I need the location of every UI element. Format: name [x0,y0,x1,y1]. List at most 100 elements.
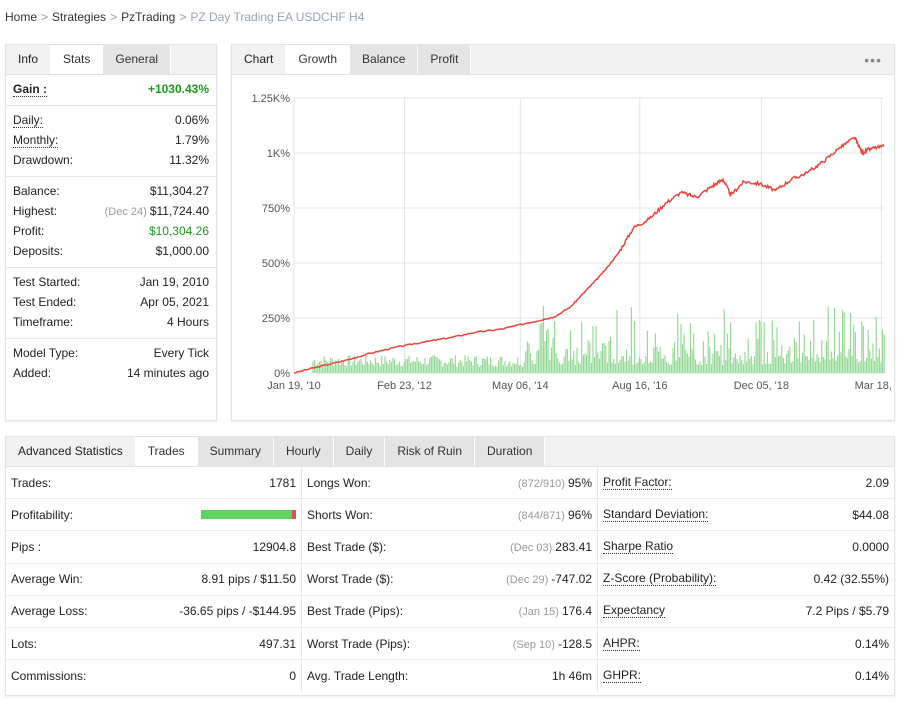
daily-label[interactable]: Daily: [13,113,44,128]
volume-bar [342,361,344,373]
stat-value: 1h 46m [551,669,592,684]
volume-bar [830,351,832,373]
volume-bar [763,322,765,373]
tab-chart[interactable]: Chart [232,45,287,74]
volume-bar [701,364,703,373]
volume-bar [882,329,884,373]
tab-advanced-statistics[interactable]: Advanced Statistics [6,437,136,466]
volume-bar [742,364,744,373]
stat-label[interactable]: AHPR: [603,636,640,651]
volume-bar [624,361,626,373]
volume-bar [869,349,871,373]
stat-value-wrap: -36.65 pips / -$144.95 [179,604,296,618]
gain-label[interactable]: Gain : [13,82,48,97]
volume-bar [378,362,380,373]
stat-value-wrap: 1h 46m [552,669,592,683]
volume-bar [586,355,588,373]
volume-bar [347,355,349,373]
added-label: Added: [13,366,52,380]
volume-bar [390,362,392,373]
model-type-label: Model Type: [13,346,79,360]
stat-row-profit-factor: Profit Factor: 2.09 [598,467,894,500]
volume-bar [448,362,450,373]
volume-bar [832,358,834,373]
monthly-label[interactable]: Monthly: [13,133,59,148]
volume-bar [698,364,700,373]
volume-bar [816,354,818,373]
stat-label: Profitability: [11,507,74,522]
volume-bar [539,324,541,373]
stat-label: Best Trade ($): [307,539,387,554]
y-tick-label: 0% [274,368,290,380]
volume-bar [670,364,672,373]
breadcrumb-home[interactable]: Home [5,10,37,24]
tab-duration[interactable]: Duration [475,437,546,466]
tab-risk-of-ruin[interactable]: Risk of Ruin [385,437,476,466]
tab-trades[interactable]: Trades [135,437,198,466]
volume-bar [330,357,332,373]
stat-row-average-win: Average Win: 8.91 pips / $11.50 [6,564,301,596]
volume-bar [440,360,442,373]
volume-bar [603,342,605,373]
stat-label[interactable]: Sharpe Ratio [603,539,674,554]
volume-bar [875,316,877,373]
volume-bar [643,362,645,373]
volume-bar [598,358,600,373]
tab-general[interactable]: General [103,45,172,74]
deposits-row: Deposits: $1,000.00 [13,241,209,261]
volume-bar [802,352,804,373]
stat-label[interactable]: Standard Deviation: [603,507,709,522]
tab-profit[interactable]: Profit [418,45,472,74]
y-tick-label: 1.25K% [251,93,290,105]
stat-value: 0.14% [854,636,889,651]
tab-balance[interactable]: Balance [350,45,419,74]
volume-bar [408,355,410,373]
daily-row: Daily: 0.06% [13,110,209,130]
daily-value: 0.06% [174,113,209,127]
volume-bar [795,342,797,373]
volume-bar [344,364,346,373]
stat-row-z-score-probability: Z-Score (Probability): 0.42 (32.55%) [598,564,894,596]
volume-bar [595,325,597,373]
model-type-value: Every Tick [153,346,209,360]
volume-bar [350,365,352,373]
tab-hourly[interactable]: Hourly [273,437,334,466]
stat-label[interactable]: Z-Score (Probability): [603,572,717,587]
volume-bar [331,359,333,373]
tab-info[interactable]: Info [6,45,52,74]
volume-bar [814,361,816,373]
stat-row-expectancy: Expectancy 7.2 Pips / $5.79 [598,596,894,628]
volume-bar [453,363,455,373]
stat-label[interactable]: Profit Factor: [603,475,672,490]
more-options-icon[interactable]: ••• [864,52,882,68]
volume-bar [674,341,676,373]
tab-growth[interactable]: Growth [286,45,351,74]
tab-stats[interactable]: Stats [51,45,104,74]
volume-bar [856,358,858,373]
stat-label[interactable]: GHPR: [603,669,642,684]
stat-value-wrap: (Sep 10) -128.5 [513,637,592,651]
volume-bar [749,358,751,373]
volume-bar [478,366,480,373]
tab-summary[interactable]: Summary [197,437,274,466]
stat-label[interactable]: Expectancy [603,604,666,619]
volume-bar [376,362,378,373]
volume-bar [504,361,506,373]
breadcrumb-strategies[interactable]: Strategies [52,10,106,24]
gain-row: Gain : +1030.43% [13,79,209,99]
breadcrumb-author[interactable]: PzTrading [121,10,175,24]
stat-value: 2.09 [865,475,889,490]
x-tick-label: Jan 19, '10 [267,380,320,392]
stat-row-worst-trade: Worst Trade ($): (Dec 29) -747.02 [302,564,597,596]
stat-value-wrap: (872/910) 95% [518,476,592,490]
volume-bar [651,362,653,373]
volume-bar [600,351,602,373]
y-tick-label: 750% [262,203,290,215]
tab-daily[interactable]: Daily [333,437,386,466]
volume-bar [870,358,872,373]
volume-bar [571,359,573,373]
profitability-bar [201,510,296,520]
volume-bar [621,356,623,373]
volume-bar [355,364,357,373]
volume-bar [872,343,874,373]
